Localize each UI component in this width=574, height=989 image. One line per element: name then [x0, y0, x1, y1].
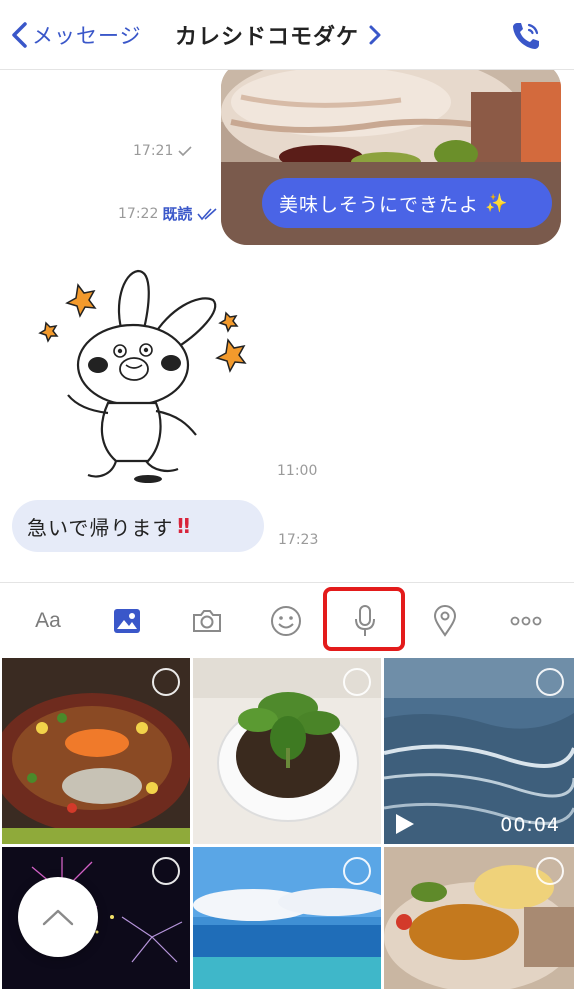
select-circle[interactable] — [343, 857, 371, 885]
scroll-up-button[interactable] — [18, 877, 98, 957]
camera-button[interactable] — [185, 599, 229, 643]
input-toolbar: Aa — [0, 582, 574, 656]
text-mode-label: Aa — [35, 609, 61, 632]
select-circle[interactable] — [152, 668, 180, 696]
sticker-time: 11:00 — [277, 463, 318, 479]
chevron-right-icon — [369, 25, 381, 45]
double-exclamation-emoji: ‼ — [177, 514, 191, 538]
select-circle[interactable] — [536, 668, 564, 696]
incoming-timestamp: 17:23 — [278, 532, 318, 548]
emoji-button[interactable] — [264, 599, 308, 643]
more-icon — [510, 616, 542, 626]
photo-button[interactable] — [105, 599, 149, 643]
sent-check-icon — [178, 146, 192, 157]
outgoing-message-bubble[interactable]: 美味しそうにできたよ ✨ — [262, 178, 552, 228]
incoming-time: 17:23 — [278, 532, 319, 548]
photo-icon — [114, 609, 140, 633]
photo-timestamp: 17:21 — [133, 143, 193, 159]
text-mode-button[interactable]: Aa — [26, 599, 70, 643]
sparkle-emoji: ✨ — [485, 192, 509, 214]
phone-icon[interactable] — [508, 18, 544, 54]
gallery-item-plant[interactable] — [193, 658, 381, 844]
back-label: メッセージ — [32, 24, 142, 48]
chat-title: カレシドコモダケ — [175, 25, 360, 50]
location-button[interactable] — [423, 599, 467, 643]
mic-icon — [355, 605, 375, 636]
gallery-item-sushi[interactable] — [2, 658, 190, 844]
gallery-item-sea[interactable] — [193, 847, 381, 989]
chevron-left-icon — [12, 22, 27, 48]
chat-title-button[interactable]: カレシドコモダケ — [175, 18, 383, 52]
video-duration: 00:04 — [500, 814, 560, 836]
sticker-timestamp: 11:00 — [277, 463, 317, 479]
play-icon — [396, 814, 414, 834]
outgoing-message-text: 美味しそうにできたよ — [279, 193, 480, 216]
location-icon — [433, 605, 457, 637]
gallery-item-meal[interactable] — [384, 847, 574, 989]
read-receipt-label: 既読 — [162, 205, 193, 223]
incoming-message-text: 急いで帰ります — [27, 515, 174, 540]
read-check-icon — [197, 207, 217, 220]
gallery-item-video[interactable]: 00:04 — [384, 658, 574, 844]
back-button[interactable]: メッセージ — [8, 18, 142, 52]
camera-icon — [193, 610, 221, 632]
outgoing-time: 17:22 — [118, 205, 159, 222]
chat-area[interactable]: 17:21 17:22 既読 美味しそうにできたよ ✨ 11:00 急いで帰りま… — [0, 70, 574, 582]
incoming-message-bubble[interactable]: 急いで帰ります ‼ — [12, 500, 264, 552]
chevron-up-icon — [42, 909, 74, 926]
chat-header: メッセージ カレシドコモダケ — [0, 0, 574, 70]
select-circle[interactable] — [152, 857, 180, 885]
rabbit-sticker[interactable] — [28, 265, 268, 490]
select-circle[interactable] — [343, 668, 371, 696]
mic-button[interactable] — [343, 599, 387, 643]
emoji-icon — [271, 606, 301, 636]
more-button[interactable] — [504, 599, 548, 643]
photo-time: 17:21 — [133, 143, 174, 159]
outgoing-timestamp: 17:22 既読 — [118, 203, 220, 224]
select-circle[interactable] — [536, 857, 564, 885]
